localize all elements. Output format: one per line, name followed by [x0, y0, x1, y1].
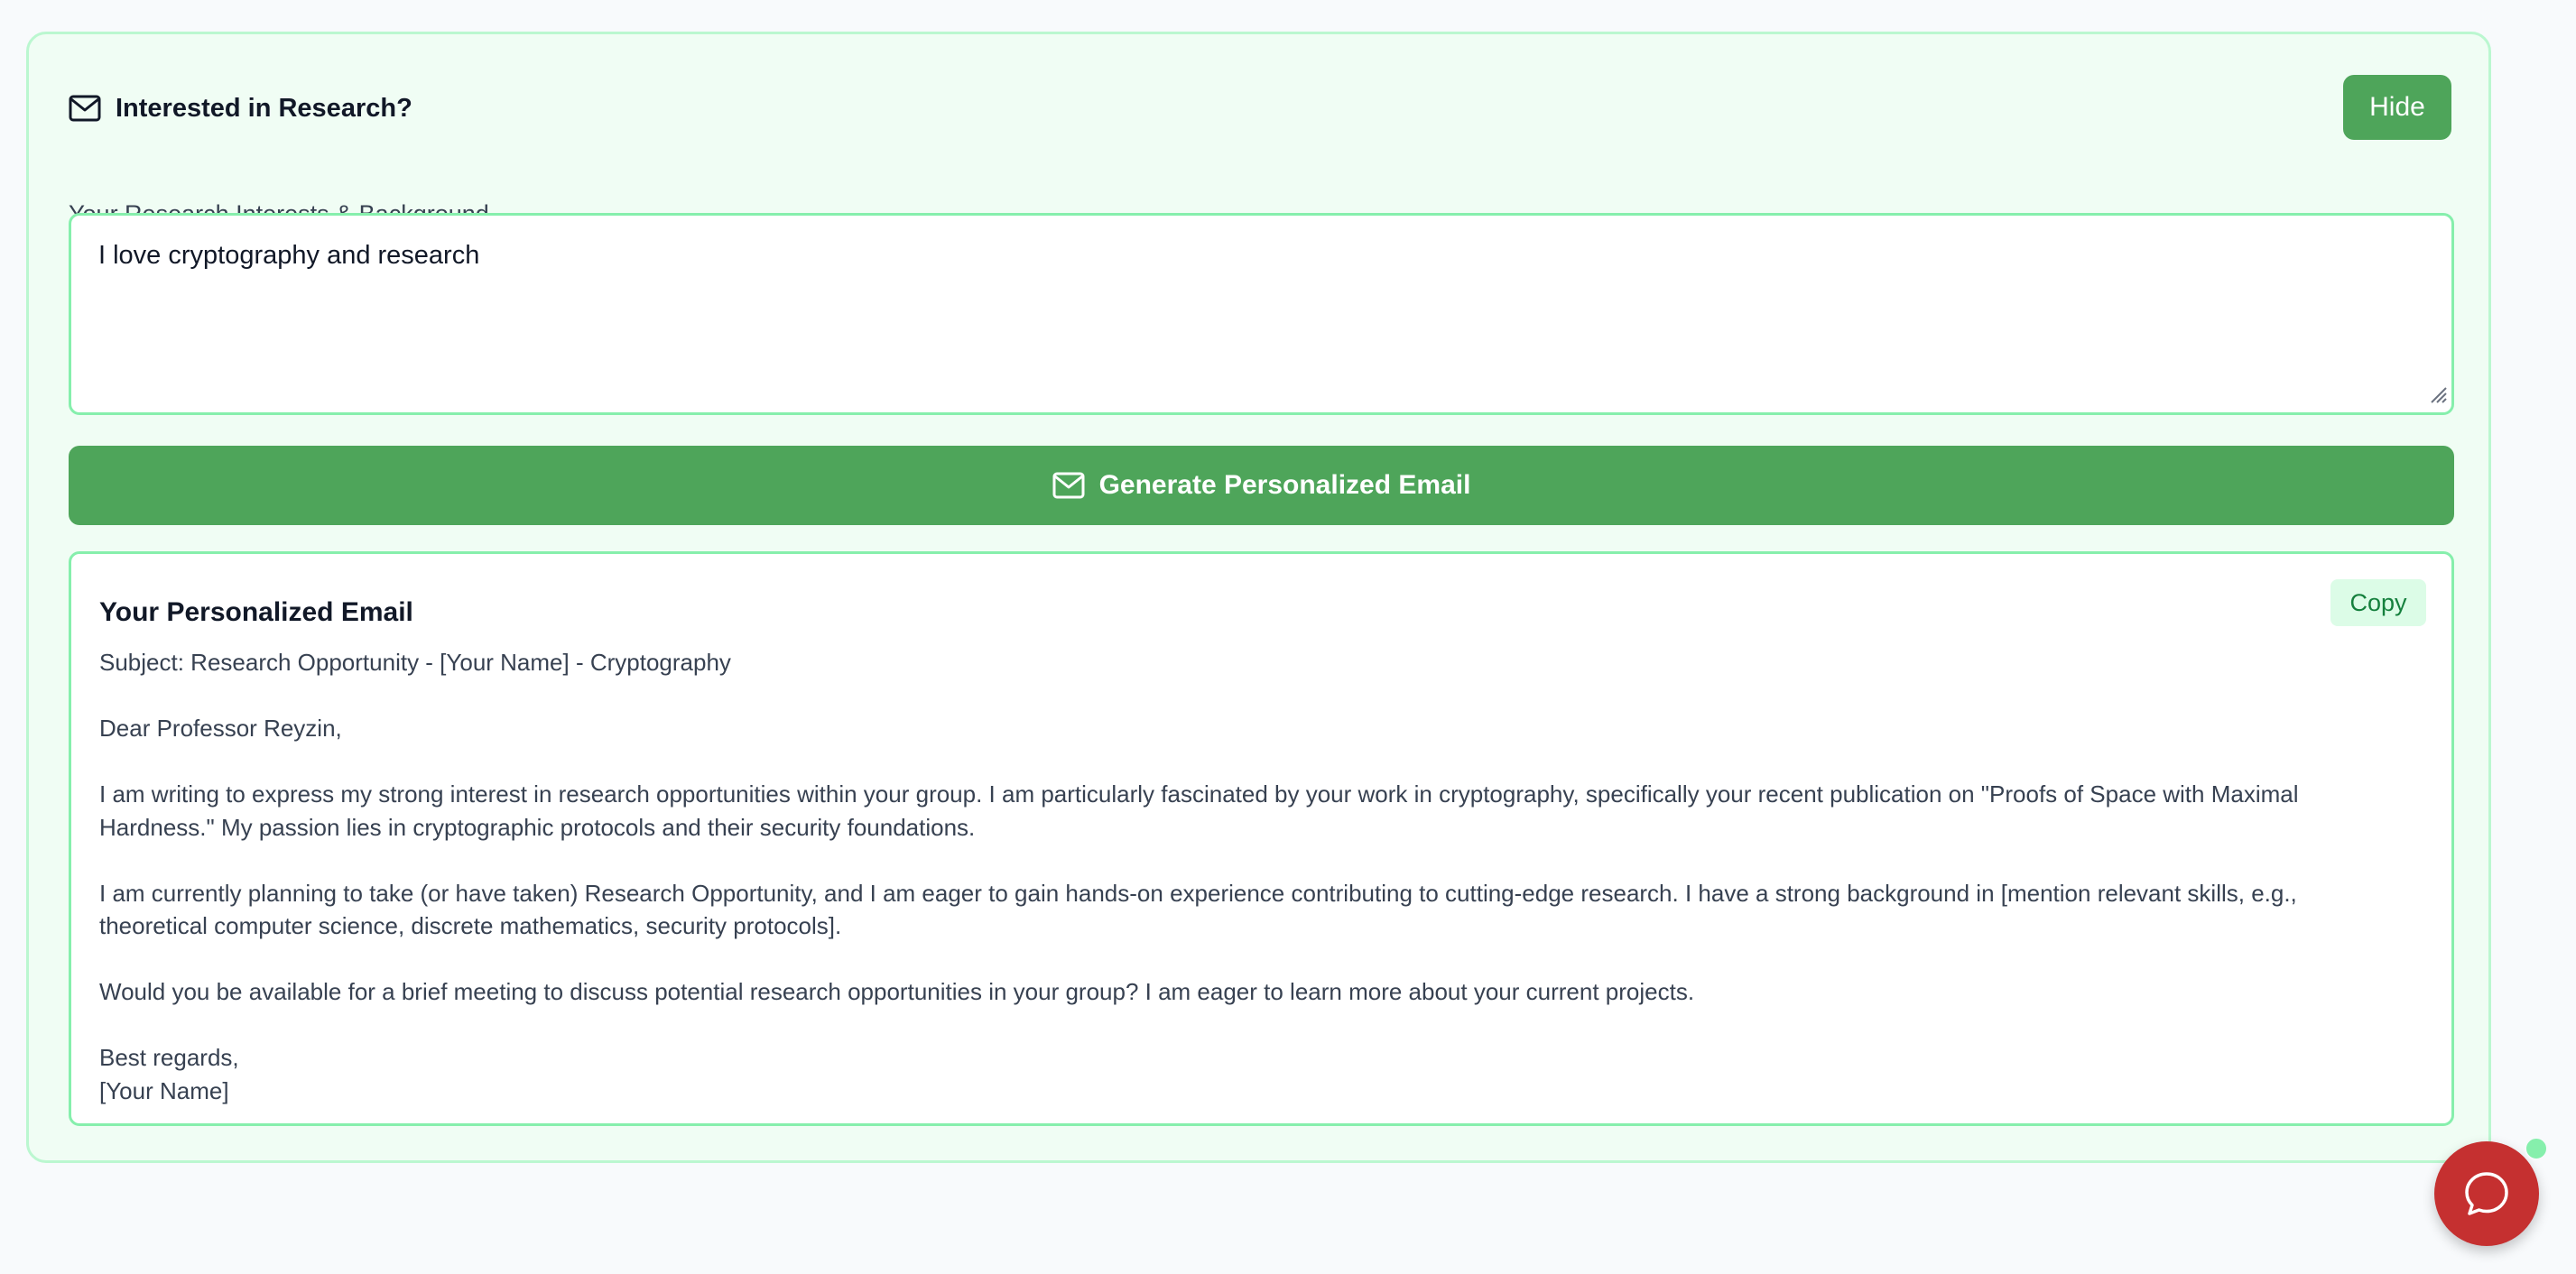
email-greeting: Dear Professor Reyzin, [99, 715, 342, 742]
panel-title: Interested in Research? [116, 93, 412, 123]
email-paragraph-1: I am writing to express my strong intere… [99, 780, 2299, 841]
email-title: Your Personalized Email [99, 597, 413, 627]
research-interests-input[interactable] [69, 213, 2454, 415]
generate-email-label: Generate Personalized Email [1098, 470, 1471, 500]
email-closing: Best regards, [Your Name] [99, 1044, 239, 1104]
panel-header: Interested in Research? Hide [69, 75, 2451, 142]
panel-title-group: Interested in Research? [69, 75, 412, 142]
hide-button[interactable]: Hide [2343, 75, 2451, 140]
chat-button[interactable] [2434, 1141, 2539, 1246]
email-subject: Subject: Research Opportunity - [Your Na… [99, 649, 731, 676]
copy-button[interactable]: Copy [2330, 579, 2426, 626]
email-body: Subject: Research Opportunity - [Your Na… [99, 646, 2410, 1107]
mail-icon [1052, 472, 1085, 499]
status-indicator [2525, 1137, 2548, 1160]
mail-icon [69, 95, 101, 122]
research-panel: Interested in Research? Hide Your Resear… [26, 32, 2491, 1163]
email-paragraph-3: Would you be available for a brief meeti… [99, 978, 1695, 1005]
email-paragraph-2: I am currently planning to take (or have… [99, 879, 2297, 940]
generated-email-card: Your Personalized Email Copy Subject: Re… [69, 551, 2454, 1126]
chat-bubble-icon [2462, 1169, 2511, 1218]
generate-email-button[interactable]: Generate Personalized Email [69, 446, 2454, 525]
resize-handle-icon[interactable] [2428, 384, 2448, 404]
